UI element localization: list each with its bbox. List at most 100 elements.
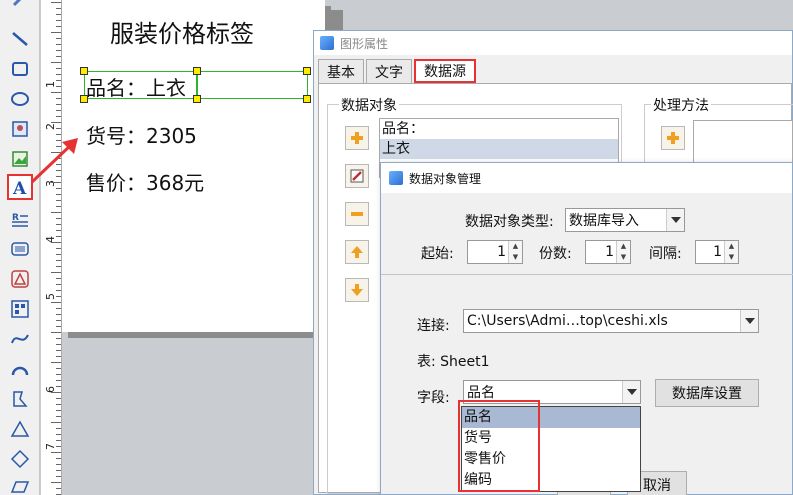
- field-label: 字段:: [417, 390, 450, 406]
- tab-basic[interactable]: 基本: [318, 59, 364, 83]
- spinner-buttons[interactable]: ▲ ▼: [724, 241, 738, 263]
- ruler-tick: [56, 14, 61, 15]
- ruler-tick: [56, 410, 61, 411]
- ellipse-icon[interactable]: [7, 86, 33, 112]
- ruler-tick: [56, 116, 61, 117]
- ruler-tick: [56, 434, 61, 435]
- arc-icon[interactable]: [7, 356, 33, 382]
- ruler-tick: [56, 44, 61, 45]
- resize-handle[interactable]: [80, 95, 88, 103]
- ruler-tick: [56, 128, 61, 129]
- interval-label: 间隔:: [649, 246, 682, 262]
- ruler-tick: [56, 50, 61, 51]
- spinner-buttons[interactable]: ▲ ▼: [616, 241, 630, 263]
- ruler-tick: [56, 194, 61, 195]
- type-select-value: 数据库导入: [569, 213, 639, 229]
- ruler-tick: [51, 452, 61, 453]
- ruler-tick: [56, 326, 61, 327]
- ruler-tick: [56, 56, 61, 57]
- tab-text[interactable]: 文字: [366, 59, 412, 83]
- move-down-button[interactable]: [345, 278, 369, 302]
- ruler-tick: [56, 314, 61, 315]
- shape-icon[interactable]: [7, 266, 33, 292]
- label-title-text[interactable]: 服装价格标签: [110, 14, 254, 49]
- ruler-tick: [51, 2, 61, 3]
- interval-value: 1: [713, 244, 722, 260]
- ruler-tick: [56, 296, 61, 297]
- chevron-down-icon[interactable]: [622, 381, 640, 403]
- table-text: 表: Sheet1: [417, 354, 490, 370]
- ruler-tick: [56, 20, 61, 21]
- add-button[interactable]: [345, 126, 369, 150]
- ruler-tick: [56, 308, 61, 309]
- richtext-icon[interactable]: R: [7, 206, 33, 232]
- resize-handle[interactable]: [303, 67, 311, 75]
- edit-button[interactable]: [345, 164, 369, 188]
- ruler-tick: [56, 248, 61, 249]
- resize-handle[interactable]: [193, 67, 201, 75]
- parallelogram-icon[interactable]: [7, 474, 33, 495]
- type-label: 数据对象类型:: [465, 214, 554, 230]
- ruler-tick: [56, 404, 61, 405]
- line-icon[interactable]: [7, 26, 33, 52]
- ruler-tick: [56, 446, 61, 447]
- spinner-buttons[interactable]: ▲ ▼: [508, 241, 522, 263]
- triangle-icon[interactable]: [7, 416, 33, 442]
- copies-spinner[interactable]: 1 ▲ ▼: [585, 240, 631, 264]
- interval-spinner[interactable]: 1 ▲ ▼: [695, 240, 739, 264]
- data-object-settings: 数据对象类型: 数据库导入 起始: 1 ▲ ▼ 份数: 1 ▲ ▼ 间隔: 1 ▲ ▼: [381, 193, 793, 275]
- resize-handle[interactable]: [80, 67, 88, 75]
- resize-handle[interactable]: [193, 95, 201, 103]
- start-spinner[interactable]: 1 ▲ ▼: [467, 240, 523, 264]
- dialog-titlebar[interactable]: 图形属性: [314, 31, 792, 55]
- ruler-tick: [56, 236, 61, 237]
- connection-value: C:\Users\Admi…top\ceshi.xls: [467, 313, 668, 329]
- rectangle-icon[interactable]: [7, 56, 33, 82]
- resize-handle[interactable]: [303, 95, 311, 103]
- qrcode-icon[interactable]: [7, 296, 33, 322]
- ruler-tick: [56, 206, 61, 207]
- move-up-button[interactable]: [345, 240, 369, 264]
- ruler-tick: [56, 218, 61, 219]
- price-text[interactable]: 售价：368元: [86, 167, 204, 196]
- dialog-titlebar[interactable]: 数据对象管理: [381, 163, 792, 193]
- label-paper[interactable]: 服装价格标签 品名：上衣 货号：2305 售价：368元: [62, 0, 325, 332]
- ruler-tick: [56, 230, 61, 231]
- tab-datasource[interactable]: 数据源: [414, 59, 476, 83]
- pointer-icon[interactable]: [7, 0, 33, 14]
- ruler-tick: [56, 74, 61, 75]
- ruler-tick: [56, 416, 61, 417]
- add-process-button[interactable]: [661, 126, 685, 150]
- ruler-tick: [51, 302, 61, 303]
- red-highlight-box: [458, 400, 540, 492]
- ruler-tick: [51, 122, 61, 123]
- polygon-icon[interactable]: [7, 386, 33, 412]
- delete-button[interactable]: [345, 202, 369, 226]
- ruler-tick: [56, 224, 61, 225]
- connection-label: 连接:: [417, 318, 450, 334]
- list-item[interactable]: 品名：: [380, 119, 618, 139]
- ruler-tick: [51, 362, 61, 363]
- ruler-tick: [56, 374, 61, 375]
- ruler-tick: [56, 200, 61, 201]
- type-select[interactable]: 数据库导入: [565, 208, 685, 232]
- drawing-toolbar: A R: [0, 0, 40, 495]
- tab-bar: 基本 文字 数据源: [318, 59, 478, 83]
- start-label: 起始:: [421, 246, 454, 262]
- ruler-tick: [56, 80, 61, 81]
- barcode-icon[interactable]: [7, 236, 33, 262]
- database-settings-button[interactable]: 数据库设置: [655, 379, 759, 407]
- list-item[interactable]: 上衣: [380, 139, 618, 159]
- canvas-edge: [325, 10, 343, 30]
- chevron-down-icon[interactable]: [740, 310, 758, 332]
- copies-value: 1: [605, 244, 614, 260]
- chevron-down-icon[interactable]: [666, 209, 684, 231]
- ruler-tick: [56, 380, 61, 381]
- item-number-text[interactable]: 货号：2305: [86, 120, 197, 149]
- connection-select[interactable]: C:\Users\Admi…top\ceshi.xls: [463, 309, 759, 333]
- product-name-text[interactable]: 品名：上衣: [86, 72, 186, 101]
- curve-icon[interactable]: [7, 326, 33, 352]
- ruler-tick: [56, 350, 61, 351]
- diamond-icon[interactable]: [7, 446, 33, 472]
- ruler-tick: [56, 38, 61, 39]
